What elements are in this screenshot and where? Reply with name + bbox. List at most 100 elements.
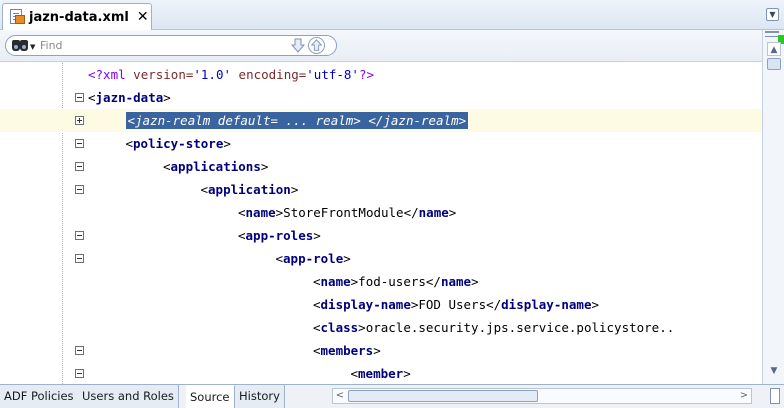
tab-adf-policies[interactable]: ADF Policies [0, 385, 79, 408]
code-line[interactable]: <jazn-data> [0, 86, 762, 109]
code-line[interactable]: <members> [0, 339, 762, 362]
code-token: name [418, 205, 449, 220]
expand-icon[interactable] [75, 116, 84, 125]
code-line[interactable]: <display-name>FOD Users</display-name> [0, 293, 762, 316]
tab-users-and-roles[interactable]: Users and Roles [78, 385, 179, 408]
code-text: <app-role> [276, 250, 351, 267]
vertical-scrollbar[interactable]: ▲ ▼ [762, 30, 784, 384]
code-token: display-name [320, 297, 411, 312]
code-token: > [313, 228, 321, 243]
code-token: class [320, 320, 359, 335]
arrow-up-icon[interactable] [308, 37, 325, 54]
code-token: >StoreFrontModule</ [275, 205, 419, 220]
horizontal-scroll-thumb[interactable] [348, 390, 538, 402]
code-token: < [200, 182, 209, 197]
code-token: encoding= [231, 67, 307, 82]
code-text: <jazn-data> [88, 89, 171, 106]
tab-jazn-data-xml[interactable]: jazn-data.xml ✕ [2, 3, 152, 30]
code-token: 'utf-8' [306, 67, 359, 82]
tab-source[interactable]: Source [186, 385, 235, 408]
code-token: > [373, 343, 381, 358]
collapse-icon[interactable] [75, 93, 84, 102]
editor-view-tabs: ADF Policies Users and Roles Source Hist… [0, 384, 784, 408]
split-corner-handle[interactable] [770, 388, 780, 404]
close-icon[interactable]: ✕ [137, 9, 149, 25]
code-text: <?xml version='1.0' encoding='utf-8'?> [88, 66, 374, 83]
code-line[interactable]: <app-role> [0, 247, 762, 270]
code-line[interactable]: <name>StoreFrontModule</name> [0, 201, 762, 224]
code-token: < [163, 159, 171, 174]
code-token: policy-store [133, 136, 224, 151]
code-token: application [208, 182, 291, 197]
scroll-down-icon[interactable]: ▼ [767, 364, 781, 378]
find-toolbar: ▼ [0, 30, 762, 62]
code-token: < [238, 205, 246, 220]
code-token: > [591, 297, 599, 312]
code-token: < [313, 320, 321, 335]
chevron-down-icon[interactable]: ▼ [766, 8, 779, 21]
code-token: '1.0' [193, 67, 232, 82]
code-token: < [125, 136, 134, 151]
code-token: > [343, 251, 351, 266]
collapse-icon[interactable] [75, 254, 84, 263]
selected-code: <jazn-realm default= ... realm> </jazn-r… [125, 112, 469, 129]
code-token: < [238, 228, 246, 243]
code-token: jazn-data [95, 90, 164, 105]
code-text: <name>fod-users</name> [313, 273, 479, 290]
binoculars-icon[interactable]: ▼ [12, 37, 38, 55]
code-line[interactable]: <name>fod-users</name> [0, 270, 762, 293]
code-line[interactable]: <application> [0, 178, 762, 201]
code-token: name [245, 205, 276, 220]
code-token: applications [170, 159, 261, 174]
code-line[interactable]: <class>oracle.security.jps.service.polic… [0, 316, 762, 339]
find-box: ▼ [5, 35, 337, 56]
code-line[interactable]: <app-roles> [0, 224, 762, 247]
code-line[interactable]: <policy-store> [0, 132, 762, 155]
code-text: <class>oracle.security.jps.service.polic… [313, 319, 674, 336]
code-token: > [163, 90, 171, 105]
collapse-icon[interactable] [75, 139, 84, 148]
code-token: > [403, 366, 411, 381]
xml-source-editor[interactable]: <?xml version='1.0' encoding='utf-8'?> <j… [0, 63, 762, 384]
find-input[interactable] [40, 38, 260, 53]
code-token: >oracle.security.jps.service.policystore… [358, 320, 675, 335]
code-token: < [275, 251, 284, 266]
scroll-left-icon[interactable]: < [333, 389, 347, 403]
collapse-icon[interactable] [75, 346, 84, 355]
code-text: <member> [351, 365, 411, 382]
vertical-scroll-thumb[interactable] [767, 58, 781, 70]
xml-file-icon [9, 9, 25, 25]
collapse-icon[interactable] [75, 185, 84, 194]
code-token: < [350, 366, 359, 381]
horizontal-scrollbar[interactable]: < > [332, 388, 752, 404]
tab-label: jazn-data.xml [29, 9, 129, 25]
code-token: app-roles [245, 228, 314, 243]
code-text: <display-name>FOD Users</display-name> [313, 296, 599, 313]
code-token: > [260, 159, 269, 174]
code-token: name [320, 274, 351, 289]
code-text: <app-roles> [238, 227, 321, 244]
arrow-down-icon[interactable] [291, 38, 305, 53]
collapse-icon[interactable] [75, 231, 84, 240]
code-token: > [448, 205, 457, 220]
split-handle[interactable] [765, 31, 779, 37]
code-line[interactable]: <jazn-realm default= ... realm> </jazn-r… [0, 109, 762, 132]
editor-tab-strip: jazn-data.xml ✕ ▼ [0, 0, 784, 30]
code-text: <members> [313, 342, 381, 359]
code-line[interactable]: <applications> [0, 155, 762, 178]
collapse-icon[interactable] [75, 162, 84, 171]
scroll-up-icon[interactable]: ▲ [767, 42, 781, 56]
code-token: version= [125, 67, 194, 82]
code-token: > [223, 136, 231, 151]
code-line[interactable]: <?xml version='1.0' encoding='utf-8'?> [0, 63, 762, 86]
code-token: display-name [501, 297, 592, 312]
scroll-right-icon[interactable]: > [737, 389, 751, 403]
collapse-icon[interactable] [75, 369, 84, 378]
code-text: <applications> [163, 158, 268, 175]
code-token: < [313, 343, 321, 358]
tab-history[interactable]: History [235, 385, 285, 408]
code-token: >FOD Users</ [410, 297, 502, 312]
code-token: member [358, 366, 404, 381]
code-line[interactable]: <member> [0, 362, 762, 384]
code-text: <application> [201, 181, 299, 198]
